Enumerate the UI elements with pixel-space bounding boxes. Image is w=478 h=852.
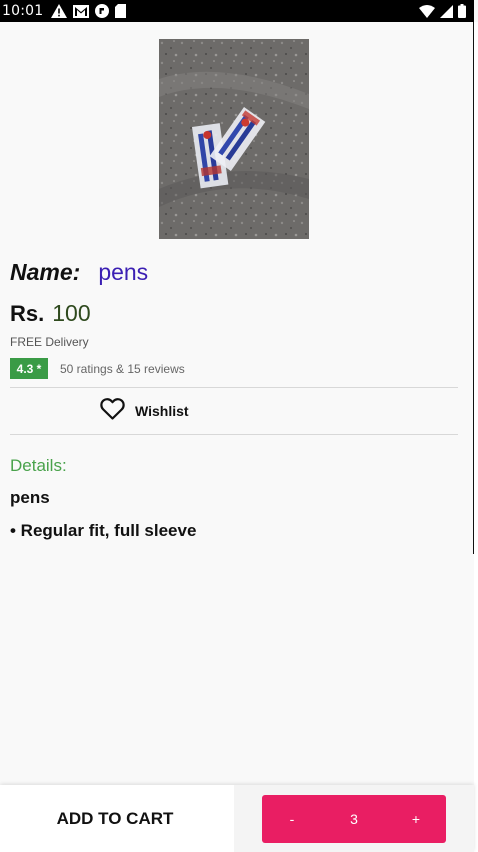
quantity-area: - 3 +	[234, 785, 474, 852]
details-heading: Details:	[10, 456, 67, 475]
wishlist-label: Wishlist	[135, 403, 189, 419]
status-time: 10:01	[2, 3, 44, 19]
notification-icons	[51, 4, 127, 18]
bottom-action-bar: ADD TO CART - 3 +	[0, 785, 474, 852]
system-icons	[419, 4, 466, 18]
divider-bottom	[10, 434, 458, 435]
heart-outline-icon	[100, 397, 125, 425]
name-label: Name:	[10, 259, 81, 285]
increment-button[interactable]: +	[386, 795, 446, 843]
rating-badge: 4.3 *	[10, 358, 48, 379]
quantity-stepper: - 3 +	[262, 795, 446, 843]
add-to-cart-button[interactable]: ADD TO CART	[0, 785, 230, 852]
details-bullet: • Regular fit, full sleeve	[10, 521, 197, 540]
quantity-value: 3	[350, 811, 358, 827]
window-edge-lower	[474, 554, 478, 852]
product-name: pens	[98, 259, 149, 285]
status-bar: 10:01	[0, 0, 474, 22]
alert-icon	[51, 4, 68, 18]
decrement-button[interactable]: -	[262, 795, 322, 843]
delivery-info: FREE Delivery	[10, 335, 89, 349]
gmail-icon	[73, 4, 90, 18]
price-row: Rs. 100	[10, 300, 91, 327]
product-name-row: Name: pens	[10, 259, 148, 289]
app-icon	[95, 4, 110, 18]
price-value: 100	[52, 300, 91, 326]
rating-summary: 50 ratings & 15 reviews	[60, 361, 185, 376]
divider-top	[10, 387, 458, 388]
price-currency: Rs.	[10, 301, 45, 326]
rating-row: 4.3 * 50 ratings & 15 reviews	[10, 358, 185, 379]
battery-icon	[458, 4, 466, 18]
sd-card-icon	[115, 4, 127, 18]
wishlist-button[interactable]: Wishlist	[100, 396, 189, 426]
details-title: pens	[10, 488, 50, 507]
wifi-icon	[419, 4, 435, 18]
signal-icon	[440, 4, 453, 18]
product-image	[159, 39, 309, 239]
window-edge	[473, 22, 478, 554]
